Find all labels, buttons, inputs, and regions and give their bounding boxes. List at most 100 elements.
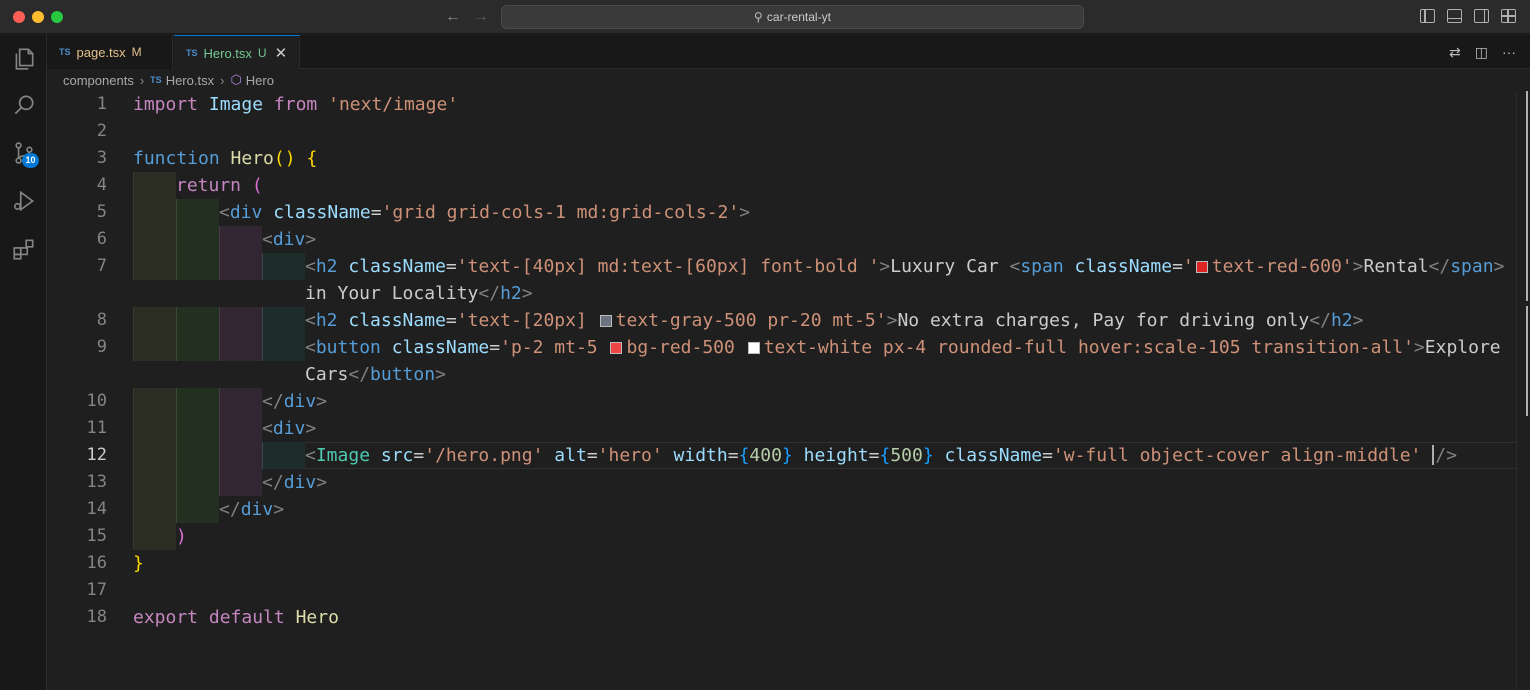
tab-hero-tsx[interactable]: TS Hero.tsx U ✕ — [174, 35, 300, 70]
explorer-icon[interactable] — [0, 39, 47, 79]
source-control-icon[interactable]: 10 — [0, 133, 47, 173]
indent-guide — [176, 415, 219, 442]
code-text: function Hero() { — [133, 148, 318, 169]
toggle-panel-icon[interactable] — [1447, 9, 1462, 23]
code-line: 10 </div> — [47, 388, 1517, 415]
forward-arrow-icon[interactable]: → — [471, 7, 491, 27]
code-text: <h2 className='text-[20px] text-gray-500… — [305, 310, 1364, 331]
code-text: in Your Locality</h2> — [305, 283, 533, 304]
editor-tab-bar: TS page.tsx M TS Hero.tsx U ✕ ⇄ ◫ ··· — [47, 35, 1530, 70]
code-text: <button className='p-2 mt-5 bg-red-500 t… — [305, 337, 1501, 358]
color-swatch[interactable] — [1195, 261, 1208, 273]
line-number: 12 — [86, 445, 107, 465]
code-text: </div> — [262, 472, 328, 493]
code-line: 17 — [47, 577, 1517, 604]
line-number: 6 — [96, 229, 107, 249]
search-text: car-rental-yt — [766, 10, 831, 24]
scrollbar-thumb[interactable] — [1526, 306, 1528, 416]
breadcrumb: components › TS Hero.tsx › ⬡ Hero — [47, 69, 1530, 91]
indent-guide — [176, 388, 219, 415]
color-swatch[interactable] — [610, 342, 623, 354]
code-text: <div> — [262, 418, 317, 439]
back-arrow-icon[interactable]: ← — [443, 7, 463, 27]
line-number: 5 — [96, 202, 107, 222]
indent-guide — [133, 442, 176, 469]
indent-guide — [219, 469, 262, 496]
code-line-active: 12 <Image src='/hero.png' alt='hero' wid… — [47, 442, 1517, 469]
code-editor[interactable]: 1 import Image from 'next/image' 2 3 fun… — [47, 91, 1530, 690]
tab-page-tsx[interactable]: TS page.tsx M — [47, 35, 173, 69]
code-line: 18 export default Hero — [47, 604, 1517, 631]
code-line: 6 <div> — [47, 226, 1517, 253]
source-control-badge: 10 — [22, 153, 39, 168]
indent-guide — [133, 226, 176, 253]
minimize-window-button[interactable] — [32, 11, 44, 23]
line-number: 14 — [86, 499, 107, 519]
code-text: </div> — [262, 391, 328, 412]
line-number: 9 — [96, 337, 107, 357]
line-number: 11 — [86, 418, 107, 438]
open-changes-icon[interactable]: ⇄ — [1449, 44, 1461, 61]
vertical-scrollbar[interactable] — [1516, 91, 1530, 690]
symbol-method-icon: ⬡ — [230, 72, 242, 87]
indent-guide — [176, 253, 219, 280]
indent-guide — [133, 496, 176, 523]
indent-guide — [262, 442, 305, 469]
code-line: 1 import Image from 'next/image' — [47, 91, 1517, 118]
indent-guide — [176, 442, 219, 469]
title-bar: ← → ⚲ car-rental-yt — [0, 0, 1530, 34]
typescript-icon: TS — [59, 47, 71, 57]
chevron-right-icon: › — [220, 72, 225, 88]
indent-guide — [219, 307, 262, 334]
layout-controls — [1420, 9, 1516, 23]
code-text: Cars</button> — [305, 364, 446, 385]
close-icon[interactable]: ✕ — [275, 44, 288, 62]
line-number: 8 — [96, 310, 107, 330]
indent-guide — [262, 253, 305, 280]
line-number: 17 — [86, 580, 107, 600]
code-text: } — [133, 553, 144, 574]
toggle-primary-sidebar-icon[interactable] — [1420, 9, 1435, 23]
indent-guide — [219, 388, 262, 415]
customize-layout-icon[interactable] — [1501, 9, 1516, 23]
line-number: 4 — [96, 175, 107, 195]
close-window-button[interactable] — [13, 11, 25, 23]
search-icon[interactable] — [0, 85, 47, 125]
code-text: </div> — [219, 499, 285, 520]
indent-guide — [133, 199, 176, 226]
more-actions-icon[interactable]: ··· — [1502, 44, 1516, 61]
breadcrumb-symbol[interactable]: Hero — [246, 73, 274, 88]
indent-guide — [176, 496, 219, 523]
indent-guide — [262, 334, 305, 361]
code-text: <div className='grid grid-cols-1 md:grid… — [219, 202, 751, 223]
breadcrumb-folder[interactable]: components — [63, 73, 134, 88]
indent-guide — [219, 415, 262, 442]
line-number: 1 — [96, 94, 107, 114]
code-line: 15 ) — [47, 523, 1517, 550]
command-center-search[interactable]: ⚲ car-rental-yt — [501, 5, 1084, 29]
indent-guide — [176, 334, 219, 361]
toggle-secondary-sidebar-icon[interactable] — [1474, 9, 1489, 23]
maximize-window-button[interactable] — [51, 11, 63, 23]
indent-guide — [133, 334, 176, 361]
code-text: <Image src='/hero.png' alt='hero' width=… — [305, 445, 1457, 466]
color-swatch[interactable] — [747, 342, 760, 354]
run-debug-icon[interactable] — [0, 181, 47, 221]
split-editor-icon[interactable]: ◫ — [1475, 44, 1488, 61]
search-icon: ⚲ — [754, 10, 763, 24]
color-swatch[interactable] — [599, 315, 612, 327]
breadcrumb-file[interactable]: Hero.tsx — [166, 73, 214, 88]
text-cursor — [1432, 445, 1435, 465]
scrollbar-thumb[interactable] — [1526, 91, 1528, 301]
code-line: 16 } — [47, 550, 1517, 577]
extensions-icon[interactable] — [0, 229, 47, 269]
code-text: export default Hero — [133, 607, 339, 628]
indent-guide — [262, 307, 305, 334]
indent-guide — [176, 307, 219, 334]
indent-guide — [219, 253, 262, 280]
indent-guide — [176, 199, 219, 226]
code-line: 7 <h2 className='text-[40px] md:text-[60… — [47, 253, 1517, 280]
tab-status: U — [257, 46, 267, 60]
indent-guide — [133, 523, 176, 550]
code-line-wrap: Cars</button> — [47, 361, 1517, 388]
